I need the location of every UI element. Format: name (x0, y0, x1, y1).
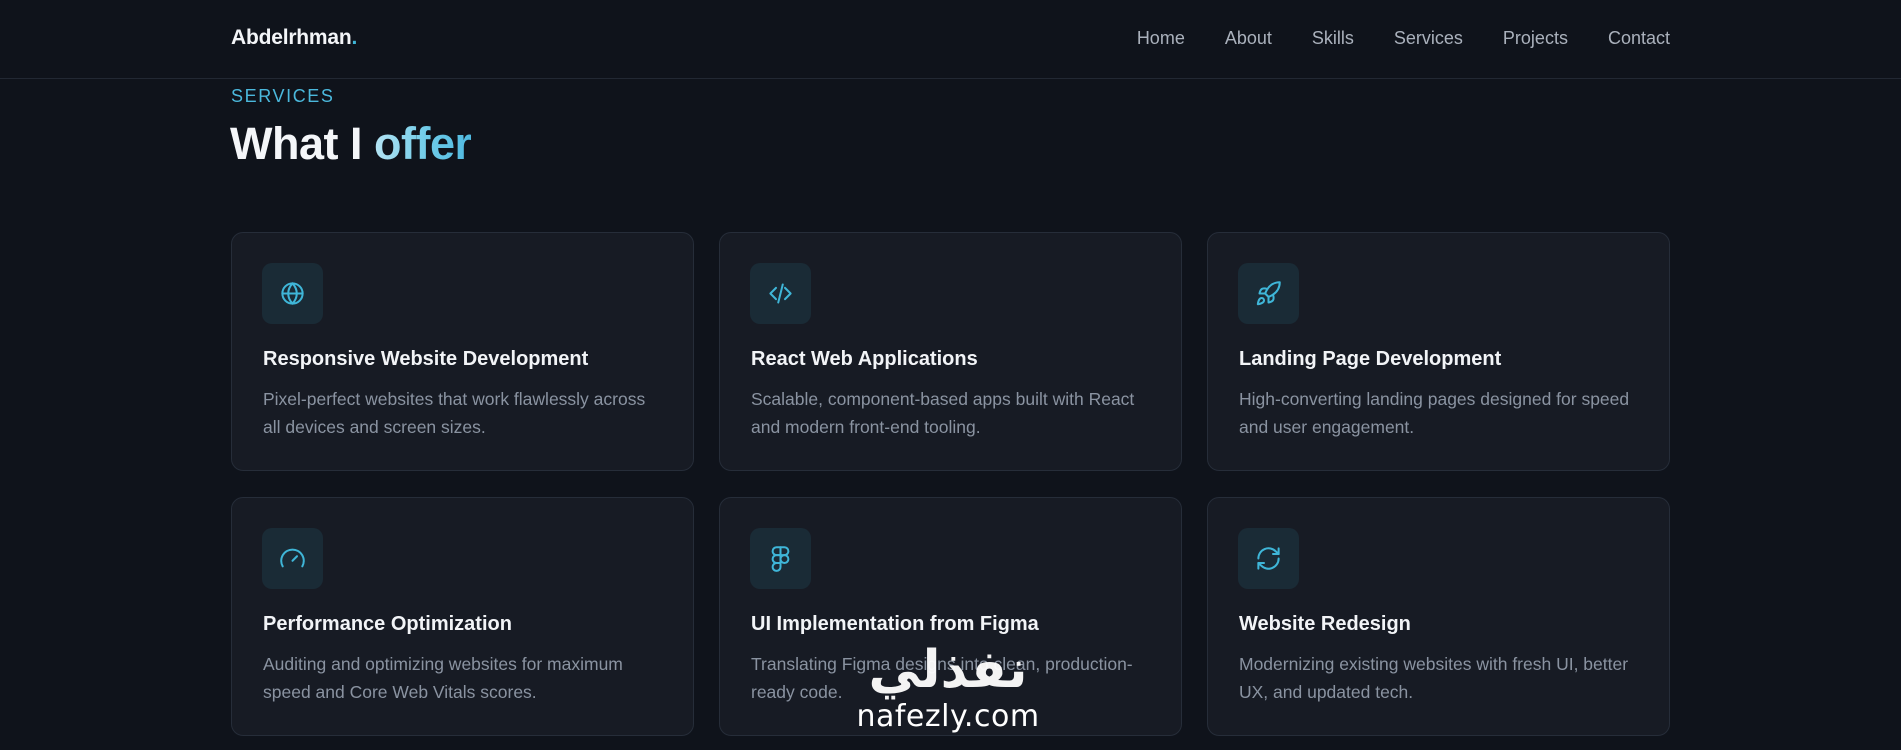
service-card-figma[interactable]: UI Implementation from Figma Translating… (719, 497, 1182, 736)
nav-link-skills[interactable]: Skills (1312, 28, 1354, 49)
nav-link-about[interactable]: About (1225, 28, 1272, 49)
globe-icon (262, 263, 323, 324)
nav-link-home[interactable]: Home (1137, 28, 1185, 49)
refresh-icon (1238, 528, 1299, 589)
service-title: Performance Optimization (263, 613, 512, 635)
service-card-performance[interactable]: Performance Optimization Auditing and op… (231, 497, 694, 736)
service-title: UI Implementation from Figma (751, 613, 1039, 635)
brand-dot: . (351, 26, 358, 49)
brand-name: Abdelrhman (231, 26, 352, 49)
service-description: High-converting landing pages designed f… (1239, 389, 1630, 437)
section-title-accent: offer (373, 118, 472, 169)
brand-logo[interactable]: Abdelrhman. (231, 26, 357, 50)
service-card-responsive[interactable]: Responsive Website Development Pixel-per… (231, 232, 694, 471)
nav-link-projects[interactable]: Projects (1503, 28, 1568, 49)
section-title-main: What I (230, 118, 374, 169)
service-card-redesign[interactable]: Website Redesign Modernizing existing we… (1207, 497, 1670, 736)
nav-link-contact[interactable]: Contact (1608, 28, 1670, 49)
service-description: Translating Figma designs into clean, pr… (751, 654, 1133, 702)
service-title: React Web Applications (751, 348, 978, 370)
top-navbar: Abdelrhman. Home About Skills Services P… (0, 0, 1901, 79)
gauge-icon (262, 528, 323, 589)
service-title: Landing Page Development (1239, 348, 1502, 370)
service-description: Scalable, component-based apps built wit… (751, 389, 1135, 437)
service-description: Modernizing existing websites with fresh… (1239, 654, 1629, 702)
section-label: SERVICES (231, 86, 335, 106)
service-title: Responsive Website Development (263, 348, 589, 370)
service-card-landing[interactable]: Landing Page Development High-converting… (1207, 232, 1670, 471)
rocket-icon (1238, 263, 1299, 324)
figma-icon (750, 528, 811, 589)
section-title: What I offer (230, 118, 472, 170)
code-icon (750, 263, 811, 324)
nav-links: Home About Skills Services Projects Cont… (1097, 28, 1670, 49)
service-description: Pixel-perfect websites that work flawles… (263, 389, 646, 437)
service-title: Website Redesign (1239, 613, 1411, 635)
service-card-react[interactable]: React Web Applications Scalable, compone… (719, 232, 1182, 471)
nav-link-services[interactable]: Services (1394, 28, 1463, 49)
service-description: Auditing and optimizing websites for max… (263, 654, 623, 702)
services-grid: Responsive Website Development Pixel-per… (231, 232, 1670, 736)
